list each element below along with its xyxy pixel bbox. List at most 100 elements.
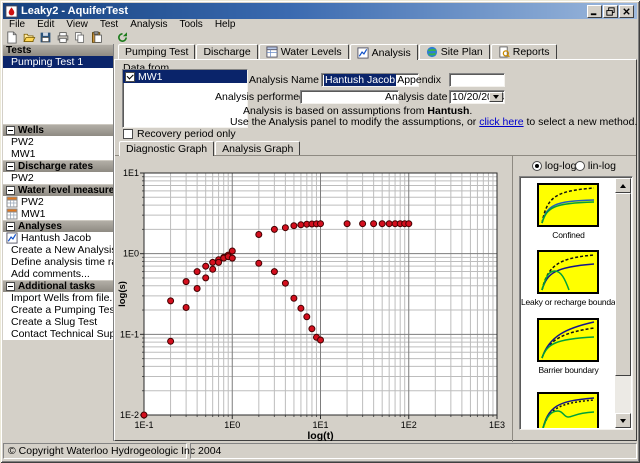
sidebar-item-label: Pumping Test 1 xyxy=(11,56,84,68)
menu-analysis[interactable]: Analysis xyxy=(124,19,173,30)
tab-water-levels[interactable]: Water Levels xyxy=(258,44,349,59)
sidebar-item-pumping-test-1[interactable]: Pumping Test 1 xyxy=(3,56,113,68)
minimize-button[interactable] xyxy=(587,4,602,18)
print-button[interactable] xyxy=(54,30,71,45)
app-window: Leaky2 - AquiferTest File Edit View Test Ana… xyxy=(0,0,640,463)
scrollbar[interactable] xyxy=(615,178,631,428)
sidebar-item-label: Import Wells from file... xyxy=(11,292,113,304)
tab-label: Site Plan xyxy=(440,46,483,58)
sidebar-item-define-analysis-time-range-[interactable]: Define analysis time range... xyxy=(3,256,113,268)
data-from-item-mw1[interactable]: MW1 xyxy=(123,70,247,83)
sidebar-item-label: PW2 xyxy=(21,196,44,208)
sidebar-section-header-additional-tasks[interactable]: Additional tasks xyxy=(3,280,113,292)
sidebar-section-header-wells[interactable]: Wells xyxy=(3,124,113,136)
restore-button[interactable] xyxy=(603,4,618,18)
method-thumbnail-leaky-or-recharge-boundary[interactable] xyxy=(537,250,599,294)
svg-text:1E3: 1E3 xyxy=(489,420,505,430)
open-button[interactable] xyxy=(20,30,37,45)
sidebar-section-header-water-level-measurements[interactable]: Water level measurements xyxy=(3,184,113,196)
menu-test[interactable]: Test xyxy=(94,19,124,30)
sidebar-item-create-a-pumping-test[interactable]: Create a Pumping Test xyxy=(3,304,113,316)
method-thumbnail-confined[interactable] xyxy=(537,183,599,227)
type-curve-icon xyxy=(541,187,595,224)
sidebar-section-header-tests[interactable]: Tests xyxy=(3,44,113,56)
tab-pumping-test[interactable]: Pumping Test xyxy=(118,44,196,59)
tab-diagnostic-graph[interactable]: Diagnostic Graph xyxy=(119,141,215,156)
svg-text:log(t): log(t) xyxy=(307,430,333,441)
sidebar-section-title: Water level measurements xyxy=(18,185,114,196)
sidebar-item-import-wells-from-file-[interactable]: Import Wells from file... xyxy=(3,292,113,304)
sidebar-item-pw2[interactable]: PW2 xyxy=(3,136,113,148)
paste-button[interactable] xyxy=(88,30,105,45)
data-from-checkbox[interactable] xyxy=(125,71,135,82)
tab-discharge[interactable]: Discharge xyxy=(196,44,258,59)
collapse-icon[interactable] xyxy=(6,162,15,171)
method-thumbnail-barrier-boundary[interactable] xyxy=(537,318,599,362)
sidebar-item-create-a-new-analysis[interactable]: Create a New Analysis xyxy=(3,244,113,256)
sidebar-item-pw2[interactable]: PW2 xyxy=(3,196,113,208)
appendix-label: Appendix xyxy=(397,74,441,86)
sidebar-item-label: Create a Slug Test xyxy=(11,316,98,328)
loglog-radio[interactable]: log-log xyxy=(532,160,576,172)
menu-help[interactable]: Help xyxy=(209,19,242,30)
sidebar-item-mw1[interactable]: MW1 xyxy=(3,148,113,160)
method-thumbnail-leaky-dip[interactable] xyxy=(537,392,599,428)
menu-file[interactable]: File xyxy=(3,19,31,30)
sidebar-section-header-analyses[interactable]: Analyses xyxy=(3,220,113,232)
report-icon xyxy=(498,46,510,58)
sidebar-item-contact-technical-support-[interactable]: Contact Technical Support... xyxy=(3,328,113,340)
sidebar-item-mw1[interactable]: MW1 xyxy=(3,208,113,220)
scrollbar-thumb[interactable] xyxy=(615,193,631,376)
menu-edit[interactable]: Edit xyxy=(31,19,60,30)
svg-text:1E2: 1E2 xyxy=(401,420,417,430)
sidebar-item-label: MW1 xyxy=(11,148,36,160)
titlebar[interactable]: Leaky2 - AquiferTest xyxy=(3,3,637,19)
recovery-period-checkbox[interactable] xyxy=(123,129,133,139)
scroll-down-button[interactable] xyxy=(615,413,631,428)
select-new-method-link[interactable]: click here xyxy=(479,116,523,128)
linlog-radio[interactable]: lin-log xyxy=(575,160,616,172)
assumption-note-line2: Use the Analysis panel to modify the ass… xyxy=(230,116,638,128)
menu-view[interactable]: View xyxy=(60,19,94,30)
tab-label: Pumping Test xyxy=(125,46,189,58)
sidebar-item-create-a-slug-test[interactable]: Create a Slug Test xyxy=(3,316,113,328)
radio-icon xyxy=(532,161,542,171)
scroll-up-button[interactable] xyxy=(615,178,631,193)
type-curve-icon xyxy=(541,254,595,291)
collapse-icon[interactable] xyxy=(6,126,15,135)
sidebar-item-hantush-jacob[interactable]: Hantush Jacob xyxy=(3,232,113,244)
method-list: Confined Leaky or recharge boundary Barrie… xyxy=(519,176,633,430)
tab-site-plan[interactable]: Site Plan xyxy=(418,44,490,59)
sidebar-item-pw2[interactable]: PW2 xyxy=(3,172,113,184)
new-icon xyxy=(5,31,18,44)
sidebar-item-label: Contact Technical Support... xyxy=(11,328,113,340)
new-button[interactable] xyxy=(3,30,20,45)
save-button[interactable] xyxy=(37,30,54,45)
menu-tools[interactable]: Tools xyxy=(173,19,208,30)
collapse-icon[interactable] xyxy=(6,282,15,291)
copy-button[interactable] xyxy=(71,30,88,45)
close-button[interactable] xyxy=(619,4,634,18)
refresh-button[interactable] xyxy=(114,30,131,45)
collapse-icon[interactable] xyxy=(6,222,15,231)
tab-analysis[interactable]: Analysis xyxy=(349,44,418,60)
globe-icon xyxy=(426,46,438,58)
analysis-date-dropdown-button[interactable] xyxy=(489,92,503,102)
sidebar-item-label: Hantush Jacob xyxy=(21,232,92,244)
collapse-icon[interactable] xyxy=(6,186,15,195)
paste-icon xyxy=(90,31,103,44)
method-panel: log-log lin-log Confined Leaky or recharg… xyxy=(512,156,636,442)
tab-analysis-graph[interactable]: Analysis Graph xyxy=(215,141,301,155)
tab-label: Analysis Graph xyxy=(222,142,294,155)
save-icon xyxy=(39,31,52,44)
svg-text:log(s): log(s) xyxy=(117,281,128,307)
method-thumbnail-label: Confined xyxy=(552,230,585,240)
status-copyright: © Copyright Waterloo Hydrogeologic Inc 2… xyxy=(3,443,221,459)
toolbar xyxy=(3,30,637,45)
appendix-input[interactable] xyxy=(449,73,505,87)
sidebar-section-title: Discharge rates xyxy=(18,161,94,172)
sidebar-item-add-comments-[interactable]: Add comments... xyxy=(3,268,113,280)
tab-reports[interactable]: Reports xyxy=(490,44,557,59)
sidebar-section-header-discharge-rates[interactable]: Discharge rates xyxy=(3,160,113,172)
analysis-date-combo[interactable]: 10/20/2004 xyxy=(449,90,505,104)
